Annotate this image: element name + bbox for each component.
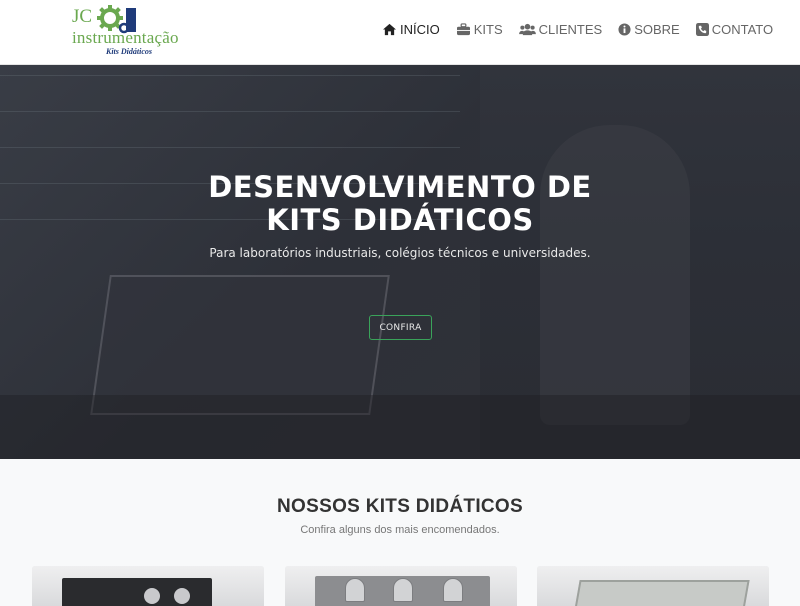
kits-section-subtitle: Confira alguns dos mais encomendados.: [300, 524, 500, 536]
logo-tagline-text: Kits Didáticos: [106, 47, 153, 56]
navbar: JC instrumentação Kits Didáticos INÍCIO: [0, 0, 800, 65]
kit-card[interactable]: [285, 566, 517, 606]
kit-image-knob: [443, 578, 463, 602]
logo-jc-text: JC: [72, 6, 93, 27]
nav-item-clientes[interactable]: CLIENTES: [518, 20, 603, 38]
kit-card[interactable]: [32, 566, 264, 606]
hero-title-line2: KITS DIDÁTICOS: [266, 203, 534, 237]
hero-banner: DESENVOLVIMENTO DE KITS DIDÁTICOS Para l…: [0, 65, 800, 459]
brand-logo[interactable]: JC instrumentação Kits Didáticos: [72, 4, 184, 60]
kits-section-title: NOSSOS KITS DIDÁTICOS: [277, 496, 523, 517]
nav-item-contato[interactable]: CONTATO: [695, 20, 774, 38]
nav-item-sobre[interactable]: SOBRE: [618, 20, 680, 38]
logo-name-text: instrumentação: [72, 28, 179, 47]
phone-square-icon: [695, 22, 709, 36]
nav-label: CONTATO: [711, 21, 774, 37]
nav-label: CLIENTES: [538, 21, 603, 37]
hero-subtitle: Para laboratórios industriais, colégios …: [209, 246, 591, 260]
home-icon: [383, 23, 396, 35]
kit-card[interactable]: [537, 566, 769, 606]
users-icon: [518, 23, 536, 35]
hero-title: DESENVOLVIMENTO DE KITS DIDÁTICOS: [0, 171, 800, 237]
nav-item-kits[interactable]: KITS: [456, 20, 503, 38]
kit-image-knob: [174, 588, 190, 604]
nav-item-inicio[interactable]: INÍCIO: [382, 20, 440, 38]
info-circle-icon: [618, 22, 631, 36]
kit-image-knob: [144, 588, 160, 604]
nav-label: KITS: [473, 21, 503, 37]
kit-image-knob: [393, 578, 413, 602]
briefcase-icon: [456, 22, 470, 35]
nav-label: INÍCIO: [400, 21, 440, 37]
kit-image-device: [574, 580, 750, 606]
main-nav: INÍCIO KITS CLIENTES SOBRE CONTATO: [382, 20, 789, 38]
hero-background-case: [90, 275, 390, 415]
kit-image-device: [62, 578, 212, 606]
nav-label: SOBRE: [634, 21, 680, 37]
hero-background-floor: [0, 395, 800, 459]
confira-button[interactable]: CONFIRA: [369, 315, 432, 340]
hero-title-line1: DESENVOLVIMENTO DE: [208, 170, 592, 204]
kit-image-knob: [345, 578, 365, 602]
